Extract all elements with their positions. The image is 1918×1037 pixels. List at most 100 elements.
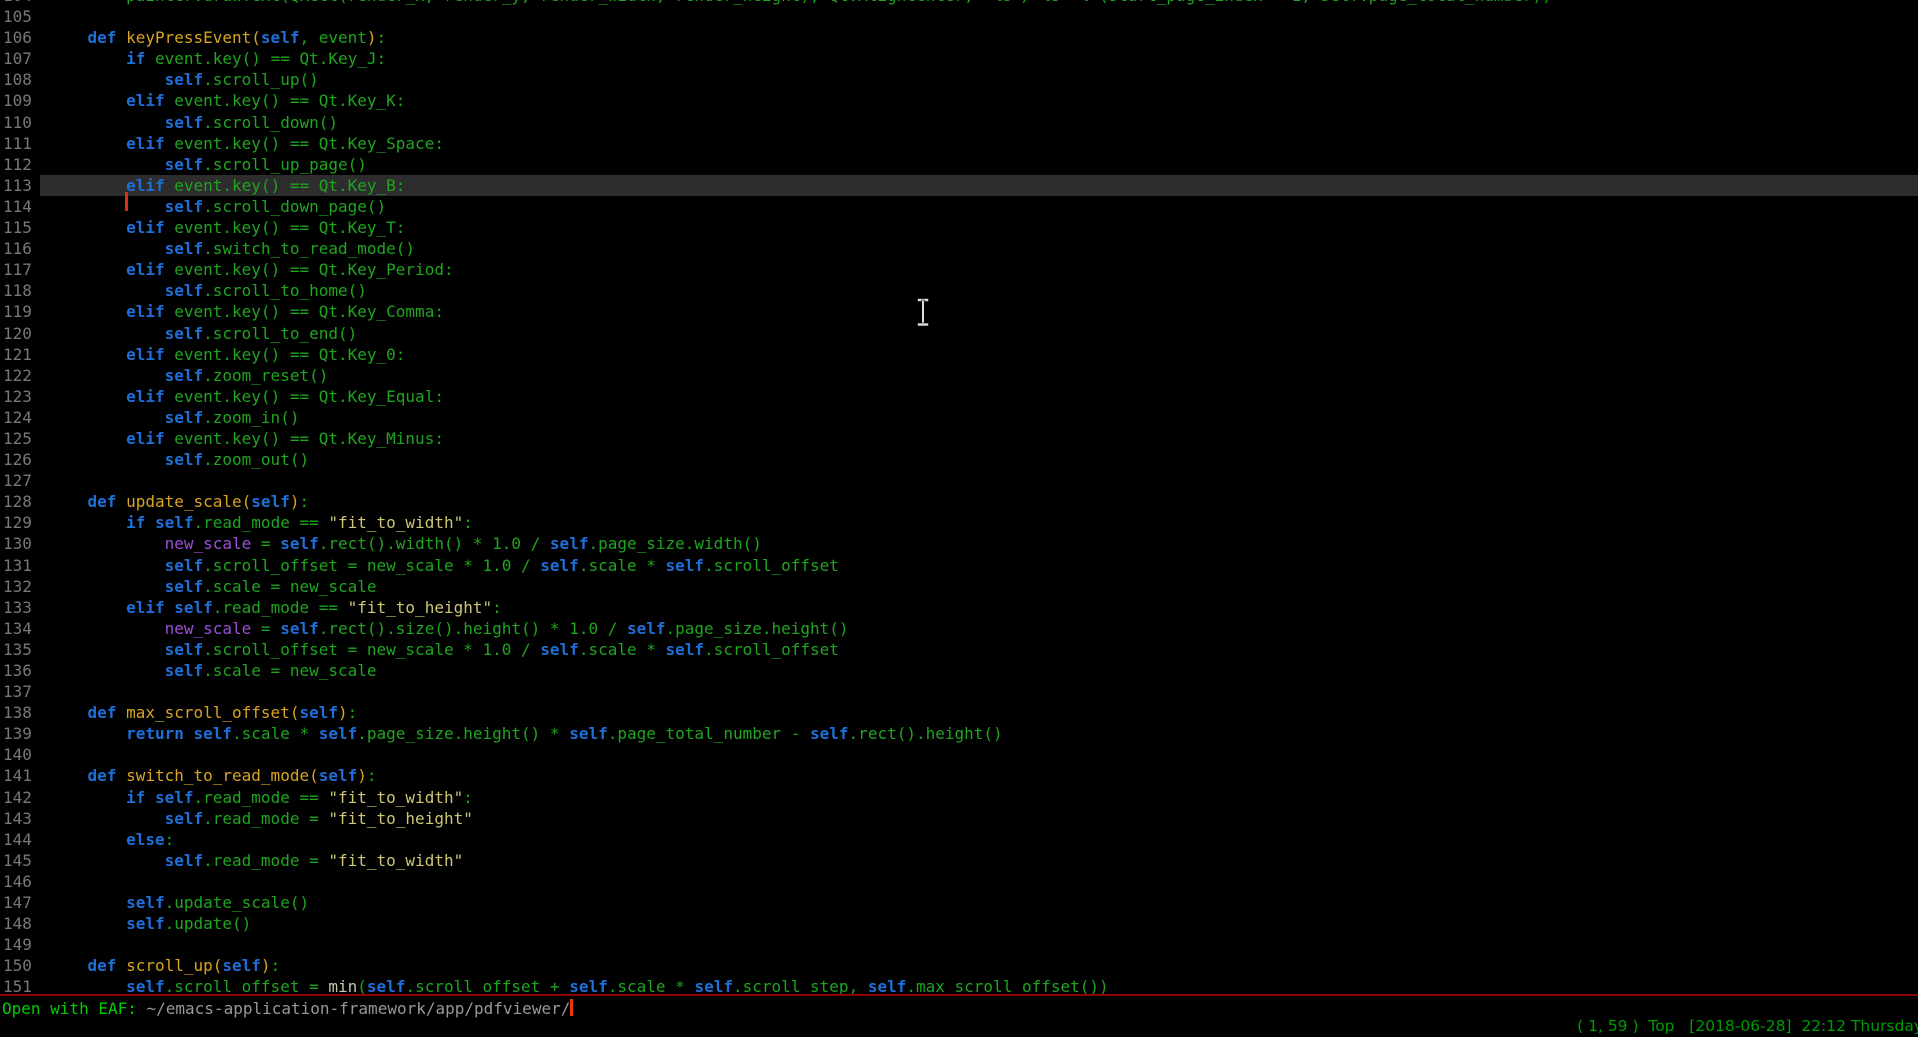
line-code[interactable]: def update_scale(self): [40, 491, 1918, 512]
code-line[interactable]: 118 self.scroll_to_home() [0, 280, 1918, 301]
code-line[interactable]: 149 [0, 934, 1918, 955]
line-code[interactable]: if event.key() == Qt.Key_J: [40, 48, 1918, 69]
code-token: .switch_to_read_mode() [203, 239, 415, 258]
code-line[interactable]: 114 self.scroll_down_page() [0, 196, 1918, 217]
code-line[interactable]: 122 self.zoom_reset() [0, 365, 1918, 386]
code-line[interactable]: 117 elif event.key() == Qt.Key_Period: [0, 259, 1918, 280]
code-line[interactable]: 112 self.scroll_up_page() [0, 154, 1918, 175]
minibuffer[interactable]: Open with EAF: ~/emacs-application-frame… [2, 998, 573, 1019]
code-line[interactable]: 126 self.zoom_out() [0, 449, 1918, 470]
code-line[interactable]: 129 if self.read_mode == "fit_to_width": [0, 512, 1918, 533]
line-code[interactable]: self.update() [40, 913, 1918, 934]
code-line[interactable]: 138 def max_scroll_offset(self): [0, 702, 1918, 723]
line-number: 135 [0, 639, 40, 660]
line-code[interactable]: new_scale = self.rect().width() * 1.0 / … [40, 533, 1918, 554]
line-code[interactable]: elif event.key() == Qt.Key_B: [40, 175, 1918, 196]
code-line[interactable]: 108 self.scroll_up() [0, 69, 1918, 90]
line-code[interactable]: else: [40, 829, 1918, 850]
line-code[interactable] [40, 470, 1918, 491]
code-line[interactable]: 132 self.scale = new_scale [0, 576, 1918, 597]
line-code[interactable]: self.scroll_to_end() [40, 323, 1918, 344]
code-line[interactable]: 130 new_scale = self.rect().width() * 1.… [0, 533, 1918, 554]
line-code[interactable]: new_scale = self.rect().size().height() … [40, 618, 1918, 639]
code-line[interactable]: 133 elif self.read_mode == "fit_to_heigh… [0, 597, 1918, 618]
line-code[interactable]: elif event.key() == Qt.Key_T: [40, 217, 1918, 238]
line-code[interactable] [40, 934, 1918, 955]
code-line[interactable]: 106 def keyPressEvent(self, event): [0, 27, 1918, 48]
code-line[interactable]: 141 def switch_to_read_mode(self): [0, 765, 1918, 786]
code-line[interactable]: 120 self.scroll_to_end() [0, 323, 1918, 344]
code-line[interactable]: 127 [0, 470, 1918, 491]
line-code[interactable]: elif event.key() == Qt.Key_Equal: [40, 386, 1918, 407]
code-line[interactable]: 134 new_scale = self.rect().size().heigh… [0, 618, 1918, 639]
line-code[interactable]: self.switch_to_read_mode() [40, 238, 1918, 259]
code-line[interactable]: 139 return self.scale * self.page_size.h… [0, 723, 1918, 744]
line-code[interactable]: elif event.key() == Qt.Key_Minus: [40, 428, 1918, 449]
line-code[interactable]: elif self.read_mode == "fit_to_height": [40, 597, 1918, 618]
code-line[interactable]: 125 elif event.key() == Qt.Key_Minus: [0, 428, 1918, 449]
line-code[interactable]: self.update_scale() [40, 892, 1918, 913]
line-number: 108 [0, 69, 40, 90]
line-code[interactable]: elif event.key() == Qt.Key_Comma: [40, 301, 1918, 322]
line-code[interactable]: self.read_mode = "fit_to_width" [40, 850, 1918, 871]
code-token: self [174, 598, 213, 617]
minibuffer-input[interactable]: ~/emacs-application-framework/app/pdfvie… [147, 999, 571, 1018]
line-code[interactable]: return self.scale * self.page_size.heigh… [40, 723, 1918, 744]
code-line[interactable]: 123 elif event.key() == Qt.Key_Equal: [0, 386, 1918, 407]
line-code[interactable]: self.zoom_in() [40, 407, 1918, 428]
line-code[interactable]: def scroll_up(self): [40, 955, 1918, 976]
line-code[interactable]: elif event.key() == Qt.Key_Period: [40, 259, 1918, 280]
code-line[interactable]: 113 elif event.key() == Qt.Key_B: [0, 175, 1918, 196]
line-code[interactable]: self.scroll_down() [40, 112, 1918, 133]
code-line[interactable]: 110 self.scroll_down() [0, 112, 1918, 133]
code-line[interactable]: 148 self.update() [0, 913, 1918, 934]
line-code[interactable]: self.scroll_offset = new_scale * 1.0 / s… [40, 555, 1918, 576]
code-line[interactable]: 136 self.scale = new_scale [0, 660, 1918, 681]
code-line[interactable]: 119 elif event.key() == Qt.Key_Comma: [0, 301, 1918, 322]
code-line[interactable]: 147 self.update_scale() [0, 892, 1918, 913]
code-line[interactable]: 146 [0, 871, 1918, 892]
code-line[interactable]: 121 elif event.key() == Qt.Key_0: [0, 344, 1918, 365]
line-code[interactable]: self.scroll_offset = new_scale * 1.0 / s… [40, 639, 1918, 660]
line-code[interactable]: if self.read_mode == "fit_to_width": [40, 512, 1918, 533]
line-code[interactable]: self.scale = new_scale [40, 660, 1918, 681]
code-line[interactable]: 128 def update_scale(self): [0, 491, 1918, 512]
line-code[interactable]: if self.read_mode == "fit_to_width": [40, 787, 1918, 808]
code-line[interactable]: 105 [0, 6, 1918, 27]
code-line[interactable]: 150 def scroll_up(self): [0, 955, 1918, 976]
line-code[interactable]: def switch_to_read_mode(self): [40, 765, 1918, 786]
line-code[interactable]: elif event.key() == Qt.Key_Space: [40, 133, 1918, 154]
code-line[interactable]: 142 if self.read_mode == "fit_to_width": [0, 787, 1918, 808]
line-number: 149 [0, 934, 40, 955]
code-line[interactable]: 137 [0, 681, 1918, 702]
code-line[interactable]: 116 self.switch_to_read_mode() [0, 238, 1918, 259]
line-code[interactable]: def max_scroll_offset(self): [40, 702, 1918, 723]
code-line[interactable]: 144 else: [0, 829, 1918, 850]
code-buffer[interactable]: 104 painter.drawText(QRect(render_x, ren… [0, 0, 1918, 998]
code-line[interactable]: 135 self.scroll_offset = new_scale * 1.0… [0, 639, 1918, 660]
line-code[interactable]: self.zoom_out() [40, 449, 1918, 470]
code-line[interactable]: 109 elif event.key() == Qt.Key_K: [0, 90, 1918, 111]
code-line[interactable]: 140 [0, 744, 1918, 765]
line-code[interactable]: elif event.key() == Qt.Key_0: [40, 344, 1918, 365]
line-code[interactable]: self.scroll_to_home() [40, 280, 1918, 301]
code-line[interactable]: 107 if event.key() == Qt.Key_J: [0, 48, 1918, 69]
line-code[interactable]: self.scroll_up() [40, 69, 1918, 90]
line-code[interactable] [40, 681, 1918, 702]
code-line[interactable]: 115 elif event.key() == Qt.Key_T: [0, 217, 1918, 238]
code-line[interactable]: 143 self.read_mode = "fit_to_height" [0, 808, 1918, 829]
code-line[interactable]: 131 self.scroll_offset = new_scale * 1.0… [0, 555, 1918, 576]
line-code[interactable] [40, 871, 1918, 892]
line-code[interactable]: self.scale = new_scale [40, 576, 1918, 597]
line-code[interactable]: def keyPressEvent(self, event): [40, 27, 1918, 48]
code-line[interactable]: 124 self.zoom_in() [0, 407, 1918, 428]
line-code[interactable]: self.scroll_up_page() [40, 154, 1918, 175]
line-code[interactable]: self.read_mode = "fit_to_height" [40, 808, 1918, 829]
line-code[interactable]: self.zoom_reset() [40, 365, 1918, 386]
line-code[interactable]: self.scroll_down_page() [40, 196, 1918, 217]
line-code[interactable] [40, 6, 1918, 27]
line-code[interactable] [40, 744, 1918, 765]
code-line[interactable]: 145 self.read_mode = "fit_to_width" [0, 850, 1918, 871]
line-code[interactable]: elif event.key() == Qt.Key_K: [40, 90, 1918, 111]
code-line[interactable]: 111 elif event.key() == Qt.Key_Space: [0, 133, 1918, 154]
